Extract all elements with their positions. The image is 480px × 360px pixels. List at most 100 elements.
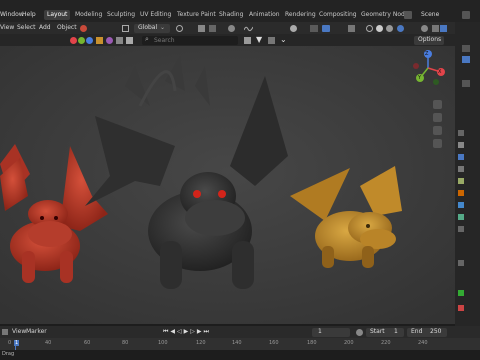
tab-sculpting[interactable]: Sculpting	[104, 10, 138, 20]
outliner-view-icon[interactable]	[432, 25, 439, 32]
camera-view-icon[interactable]	[433, 126, 442, 135]
light-icon[interactable]	[96, 37, 103, 44]
tab-layout[interactable]: Layout	[44, 10, 71, 20]
outliner-selected-icon[interactable]	[462, 56, 470, 63]
shading-wireframe-icon[interactable]	[366, 25, 373, 32]
proportional-edit-icon[interactable]	[228, 25, 235, 32]
timer-icon[interactable]	[356, 329, 363, 336]
3d-viewport[interactable]: Z X Y	[0, 46, 455, 324]
object-mode-red-icon[interactable]	[70, 37, 77, 44]
properties-particles-icon[interactable]	[458, 214, 464, 220]
timeline-marker-menu[interactable]: Marker	[26, 328, 47, 335]
xray-icon[interactable]	[348, 25, 355, 32]
outliner-item-icon-2[interactable]	[462, 80, 470, 87]
menu-help[interactable]: Help	[22, 10, 36, 20]
ruler-tick: 180	[307, 340, 317, 346]
header-view-menu[interactable]: View	[0, 22, 14, 34]
sort-icon[interactable]	[268, 37, 275, 44]
tab-animation[interactable]: Animation	[246, 10, 283, 20]
scene-icon[interactable]	[404, 11, 412, 19]
zoom-icon[interactable]	[433, 100, 442, 109]
material-icon[interactable]	[106, 37, 113, 44]
camera-icon[interactable]	[116, 37, 123, 44]
gizmo-x-label: X	[438, 69, 442, 75]
properties-constraints-icon[interactable]	[458, 260, 464, 266]
properties-physics-icon[interactable]	[458, 226, 464, 232]
shading-rendered-icon[interactable]	[397, 25, 404, 32]
header-object-menu[interactable]: Object	[57, 22, 77, 34]
orientation-label: Global	[138, 24, 158, 31]
tab-compositing[interactable]: Compositing	[316, 10, 360, 20]
timeline-editor-icon[interactable]	[2, 329, 8, 335]
scene-name[interactable]: Scene	[421, 10, 439, 20]
chevron-down-icon: ⌄	[160, 24, 166, 31]
end-value: 250	[430, 328, 442, 335]
gizmo-icon[interactable]	[310, 25, 318, 32]
overlays-icon[interactable]	[322, 25, 330, 32]
outliner-item-icon[interactable]	[462, 45, 470, 52]
playback-buttons-icon[interactable]: ⏮◀◁▶▷▶⏭	[163, 328, 211, 335]
pivot-icon[interactable]	[176, 25, 183, 32]
view-layer-icon[interactable]	[462, 11, 470, 19]
menu-lines-icon[interactable]	[244, 37, 251, 44]
outliner-filter-icon[interactable]	[421, 25, 428, 32]
tab-texture-paint[interactable]: Texture Paint	[174, 10, 219, 20]
ruler-tick: 40	[45, 340, 52, 346]
ruler-tick: 160	[269, 340, 279, 346]
image-icon[interactable]	[126, 37, 133, 44]
shading-material-icon[interactable]	[386, 25, 393, 32]
properties-scene-icon[interactable]	[458, 178, 464, 184]
visibility-icon[interactable]	[290, 25, 297, 32]
tab-rendering[interactable]: Rendering	[282, 10, 319, 20]
search-placeholder: Search	[154, 37, 175, 44]
properties-object-icon[interactable]	[458, 190, 464, 196]
tab-shading[interactable]: Shading	[216, 10, 246, 20]
viewport-scene	[0, 46, 455, 324]
ruler-tick: 200	[344, 340, 354, 346]
right-properties-panel	[455, 22, 480, 326]
search-icon: ⌕	[145, 35, 149, 43]
start-value: 1	[394, 328, 398, 335]
outliner-new-collection-icon[interactable]	[440, 25, 447, 32]
tab-uv-editing[interactable]: UV Editing	[137, 10, 174, 20]
ruler-tick: 140	[232, 340, 242, 346]
ruler-tick: 100	[158, 340, 168, 346]
filter-icon[interactable]: ▼	[256, 35, 262, 44]
object-mode-green-icon[interactable]	[78, 37, 85, 44]
ruler-tick: 120	[196, 340, 206, 346]
shading-solid-icon[interactable]	[376, 25, 383, 32]
snap-target-icon[interactable]	[209, 25, 216, 32]
gizmo-y-label: Y	[418, 75, 422, 81]
gizmo-z-label: Z	[425, 51, 429, 57]
header-add-menu[interactable]: Add	[39, 22, 51, 34]
header-select-menu[interactable]: Select	[17, 22, 36, 34]
object-mode-blue-icon[interactable]	[86, 37, 93, 44]
properties-material-icon[interactable]	[458, 305, 464, 311]
properties-modifier-icon[interactable]	[458, 202, 464, 208]
menu-window[interactable]: Window	[0, 10, 24, 20]
perspective-grid-icon[interactable]	[433, 139, 442, 148]
transform-icon[interactable]	[122, 25, 129, 32]
wave-icon[interactable]	[243, 25, 254, 32]
properties-view-layer-icon[interactable]	[458, 166, 464, 172]
navigation-gizmo[interactable]: Z X Y	[408, 48, 448, 88]
dropdown-arrow-icon[interactable]: ⌄	[280, 35, 287, 44]
ruler-tick: 60	[84, 340, 91, 346]
ruler-tick: 240	[418, 340, 428, 346]
gizmo-toggle-icon[interactable]	[80, 25, 87, 32]
start-label: Start	[370, 328, 385, 335]
pan-hand-icon[interactable]	[433, 113, 442, 122]
properties-tool-icon[interactable]	[458, 130, 464, 136]
tab-modeling[interactable]: Modeling	[72, 10, 105, 20]
properties-data-icon[interactable]	[458, 290, 464, 296]
ruler-tick: 80	[122, 340, 129, 346]
properties-render-icon[interactable]	[458, 142, 464, 148]
snap-icon[interactable]	[198, 25, 205, 32]
ruler-tick: 220	[381, 340, 391, 346]
status-text: Drag	[2, 351, 15, 357]
properties-output-icon[interactable]	[458, 154, 464, 160]
timeline-view-menu[interactable]: View	[12, 328, 26, 335]
end-label: End	[411, 328, 423, 335]
status-bar	[0, 350, 480, 360]
playback-controls[interactable]: ⏮◀◁▶▷▶⏭	[163, 328, 229, 337]
